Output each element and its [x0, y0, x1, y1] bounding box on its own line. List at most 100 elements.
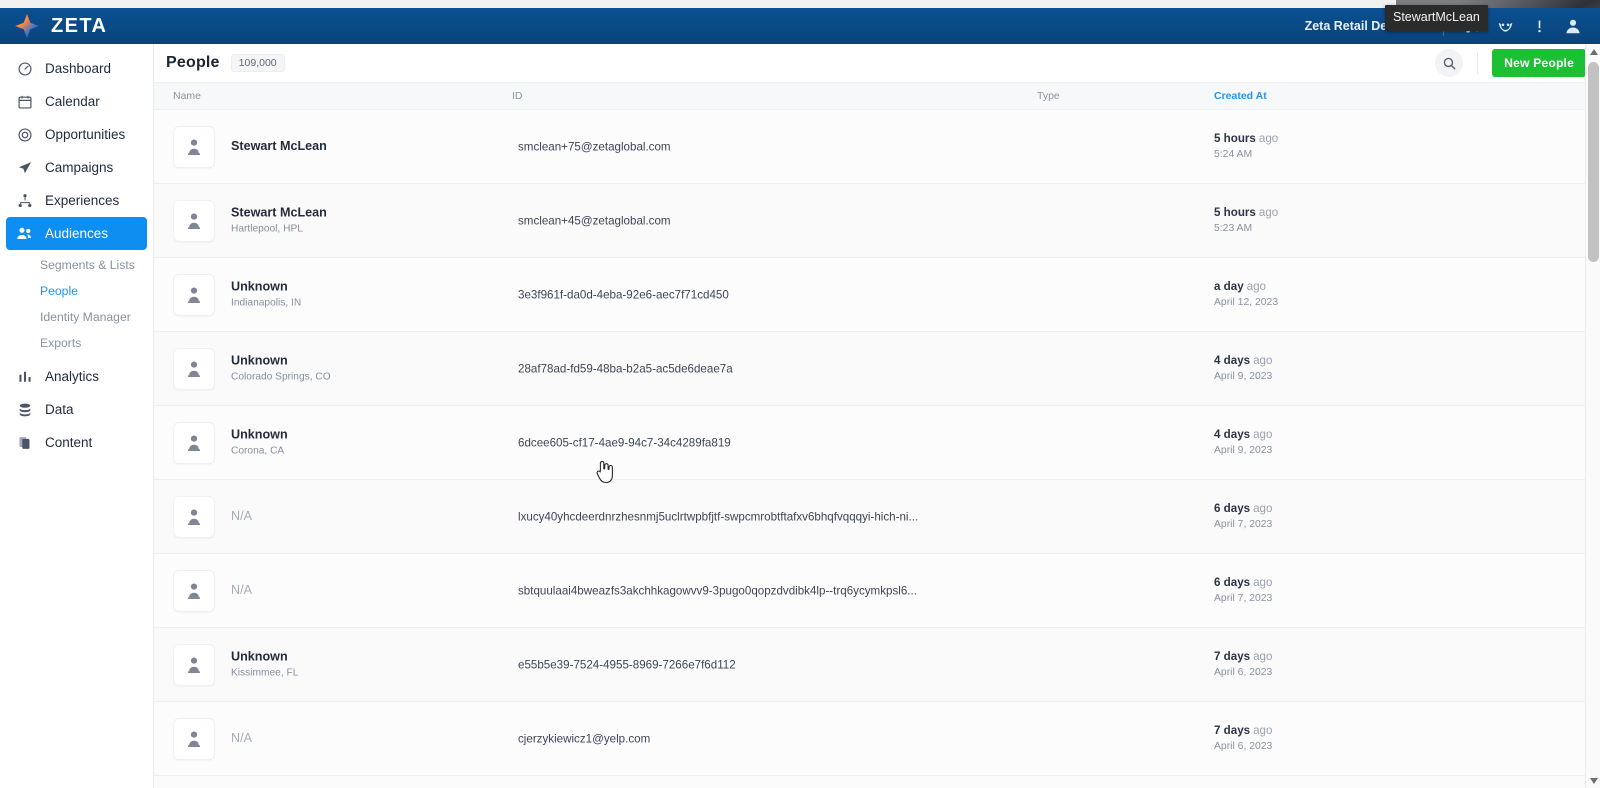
person-name: Unknown: [231, 427, 288, 442]
column-header-type[interactable]: Type: [1037, 90, 1060, 102]
cell-created-at: 6 days ago April 7, 2023: [1214, 576, 1272, 606]
target-icon: [16, 126, 33, 143]
created-relative-value: 4 days: [1214, 427, 1251, 441]
owl-support-icon[interactable]: [1488, 9, 1522, 43]
table-row[interactable]: N/A lxucy40yhcdeerdnrzhesnmj5uclrtwpbfjtf…: [154, 480, 1600, 554]
person-icon: [184, 729, 204, 749]
cell-id: 28af78ad-fd59-48ba-b2a5-ac5de6deae7a: [518, 362, 733, 375]
cell-name: Unknown Indianapolis, IN: [231, 279, 301, 310]
created-absolute: April 7, 2023: [1214, 519, 1273, 530]
sidebar-item-people[interactable]: People: [0, 278, 153, 304]
avatar: [173, 643, 215, 686]
cell-id: 3e3f961f-da0d-4eba-92e6-aec7f71cd450: [518, 288, 729, 301]
search-icon[interactable]: [1435, 49, 1464, 77]
cell-id: cjerzykiewicz1@yelp.com: [518, 732, 651, 745]
column-header-created-at[interactable]: Created At: [1214, 90, 1267, 102]
person-icon: [184, 507, 204, 527]
cell-created-at: 5 hours ago 5:24 AM: [1214, 132, 1278, 162]
created-relative-value: 5 hours: [1214, 205, 1256, 219]
database-icon: [16, 401, 33, 418]
sidebar-item-exports[interactable]: Exports: [0, 330, 153, 356]
zeta-diamond-logo-icon: [14, 13, 40, 39]
help-icon[interactable]: [1522, 9, 1556, 43]
person-name: Stewart McLean: [231, 138, 327, 153]
created-relative-value: 7 days: [1214, 723, 1251, 737]
toolbar-actions: New People: [1435, 49, 1586, 77]
user-avatar-icon[interactable]: [1556, 9, 1590, 43]
scrollbar-thumb[interactable]: [1588, 62, 1599, 262]
avatar: [173, 569, 215, 612]
sidebar-item-data[interactable]: Data: [6, 393, 147, 426]
gauge-icon: [16, 60, 33, 77]
avatar: [173, 717, 215, 760]
subnav-item-label: People: [40, 284, 78, 298]
table-row[interactable]: Unknown Indianapolis, IN 3e3f961f-da0d-4eb…: [154, 258, 1600, 332]
sidebar-item-identity-manager[interactable]: Identity Manager: [0, 304, 153, 330]
avatar: [173, 421, 215, 464]
created-relative: 6 days ago: [1214, 576, 1272, 590]
created-absolute: April 6, 2023: [1214, 667, 1273, 678]
brand-name: ZETA: [51, 14, 108, 37]
cell-created-at: 7 days ago April 6, 2023: [1214, 724, 1272, 754]
table-row[interactable]: N/A cjerzykiewicz1@yelp.com 7 days ago April…: [154, 702, 1600, 776]
sidebar-item-label: Data: [45, 402, 74, 417]
person-name: Stewart McLean: [231, 205, 327, 220]
cell-name: Stewart McLean Hartlepool, HPL: [231, 205, 327, 236]
person-name: Unknown: [231, 649, 288, 664]
calendar-icon: [16, 93, 33, 110]
brand-logo[interactable]: ZETA: [0, 13, 107, 39]
person-name: N/A: [231, 508, 252, 523]
table-row[interactable]: Stewart McLean Hartlepool, HPL smclean+45@…: [154, 184, 1600, 258]
scroll-down-arrow-icon[interactable]: [1586, 773, 1600, 788]
record-count-badge: 109,000: [230, 53, 285, 73]
subnav-item-label: Exports: [40, 336, 82, 350]
sidebar-item-label: Audiences: [45, 226, 109, 241]
person-location: Kissimmee, FL: [231, 667, 299, 679]
sidebar-item-audiences[interactable]: Audiences: [6, 217, 147, 250]
person-name: N/A: [231, 582, 252, 597]
cell-name: Unknown Kissimmee, FL: [231, 649, 298, 680]
column-header-name[interactable]: Name: [173, 90, 201, 102]
sidebar-item-content[interactable]: Content: [6, 426, 147, 459]
sidebar-item-analytics[interactable]: Analytics: [6, 360, 147, 393]
column-header-id[interactable]: ID: [512, 90, 523, 102]
person-name: N/A: [231, 730, 252, 745]
sidebar-item-campaigns[interactable]: Campaigns: [6, 151, 147, 184]
sidebar-item-segments-and-lists[interactable]: Segments & Lists: [0, 252, 153, 278]
cell-name: N/A: [231, 509, 252, 525]
created-relative: 7 days ago: [1214, 650, 1272, 664]
cell-name: N/A: [231, 583, 252, 599]
scroll-up-arrow-icon[interactable]: [1586, 44, 1600, 59]
table-row[interactable]: Unknown Colorado Springs, CO 28af78ad-fd59…: [154, 332, 1600, 406]
sidebar-item-dashboard[interactable]: Dashboard: [6, 52, 147, 85]
main-content: People 109,000 New People Name ID Type C…: [154, 44, 1600, 788]
created-relative-value: 6 days: [1214, 575, 1251, 589]
created-absolute: April 9, 2023: [1214, 445, 1273, 456]
created-ago-suffix: ago: [1253, 353, 1273, 367]
created-ago-suffix: ago: [1253, 501, 1273, 515]
created-relative-value: 4 days: [1214, 353, 1251, 367]
cell-id: smclean+75@zetaglobal.com: [518, 140, 671, 153]
people-icon: [16, 225, 33, 242]
sidebar-subnav-audiences: Segments & Lists People Identity Manager…: [0, 250, 153, 360]
cell-created-at: 4 days ago April 9, 2023: [1214, 354, 1272, 384]
table-row[interactable]: Stewart McLean smclean+75@zetaglobal.com 5…: [154, 110, 1600, 184]
people-table-body: Stewart McLean smclean+75@zetaglobal.com 5…: [154, 110, 1600, 788]
sidebar-item-experiences[interactable]: Experiences: [6, 184, 147, 217]
created-absolute: April 7, 2023: [1214, 593, 1273, 604]
created-relative: 6 days ago: [1214, 502, 1272, 516]
created-absolute: 5:23 AM: [1214, 223, 1253, 234]
new-people-button[interactable]: New People: [1492, 49, 1586, 77]
sidebar-item-opportunities[interactable]: Opportunities: [6, 118, 147, 151]
table-row[interactable]: Unknown Kissimmee, FL e55b5e39-7524-4955-8…: [154, 628, 1600, 702]
page-title: People: [166, 54, 220, 71]
avatar: [173, 347, 215, 390]
table-row[interactable]: Unknown Corona, CA 6dcee605-cf17-4ae9-94c7…: [154, 406, 1600, 480]
page-scrollbar[interactable]: [1585, 44, 1600, 788]
sidebar-item-calendar[interactable]: Calendar: [6, 85, 147, 118]
avatar: [173, 199, 215, 242]
table-row[interactable]: N/A sbtquulaai4bweazfs3akchhkagowvv9-3pug…: [154, 554, 1600, 628]
cell-created-at: 5 hours ago 5:23 AM: [1214, 206, 1278, 236]
person-icon: [184, 211, 204, 231]
person-name: Unknown: [231, 279, 288, 294]
